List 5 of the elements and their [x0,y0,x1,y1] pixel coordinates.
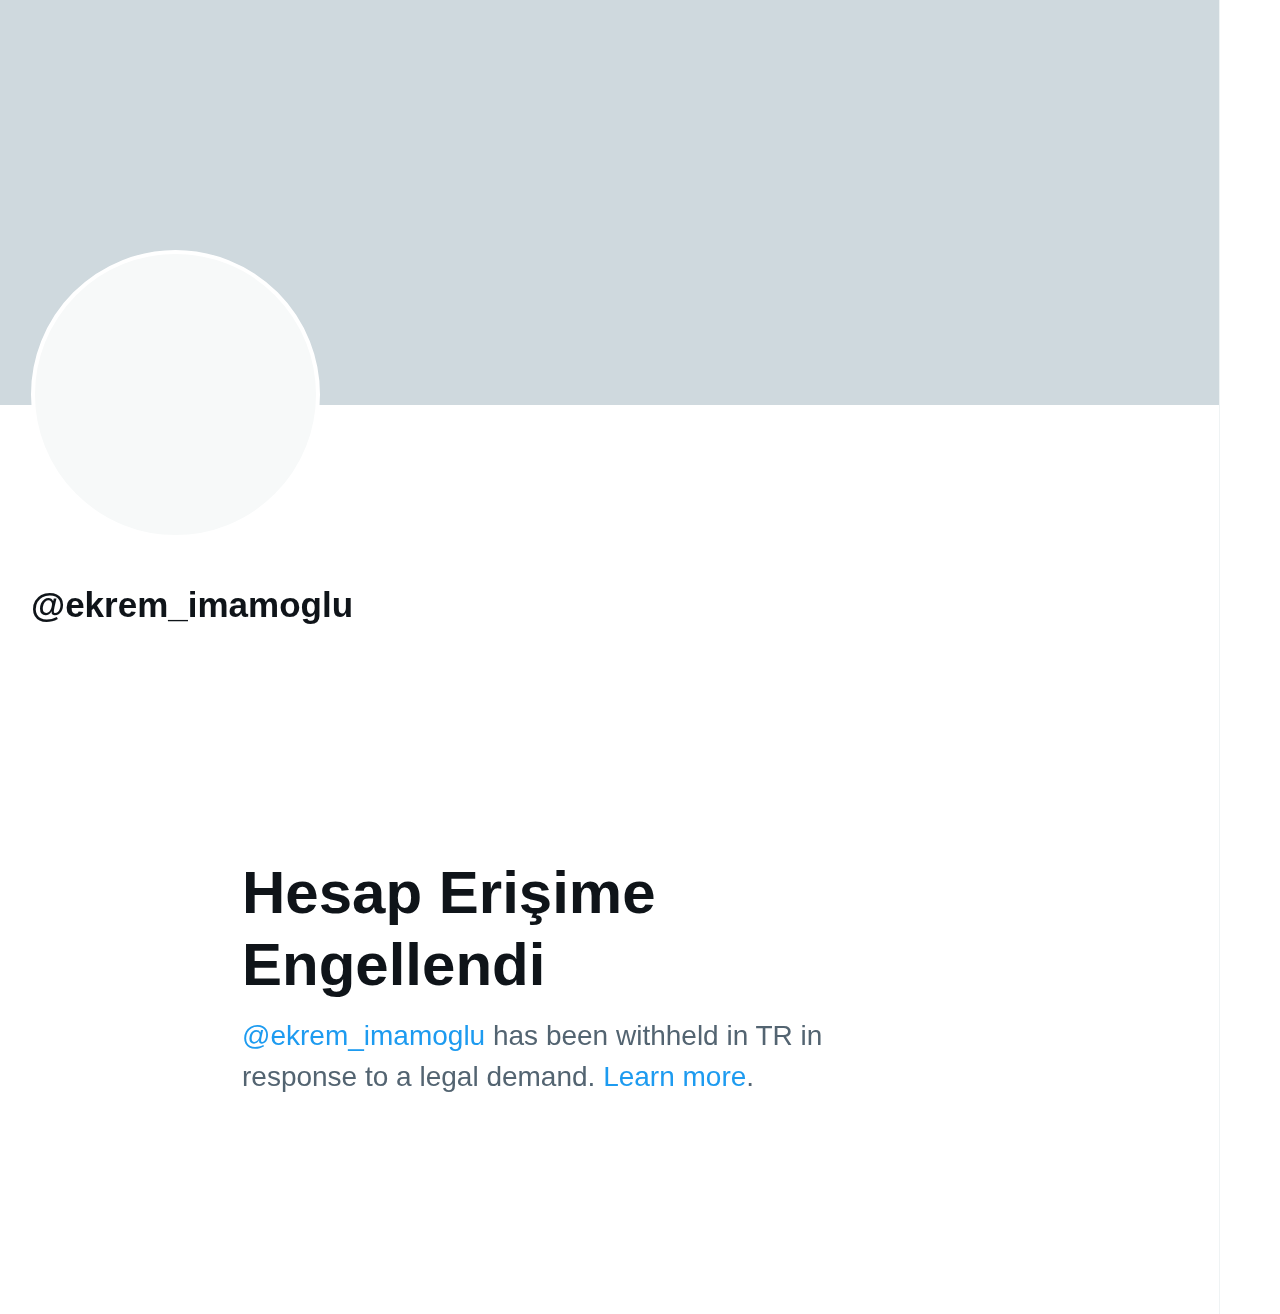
notice-link[interactable]: @ekrem_imamoglu [242,1020,486,1051]
notice-link[interactable]: Learn more [603,1061,747,1092]
notice-message: @ekrem_imamoglu has been withheld in TR in response to a legal demand. Learn more. [242,1019,824,1094]
profile-handle: @ekrem_imamoglu [31,585,355,625]
notice-title: Hesap Erişime Engellendi [242,858,657,1000]
